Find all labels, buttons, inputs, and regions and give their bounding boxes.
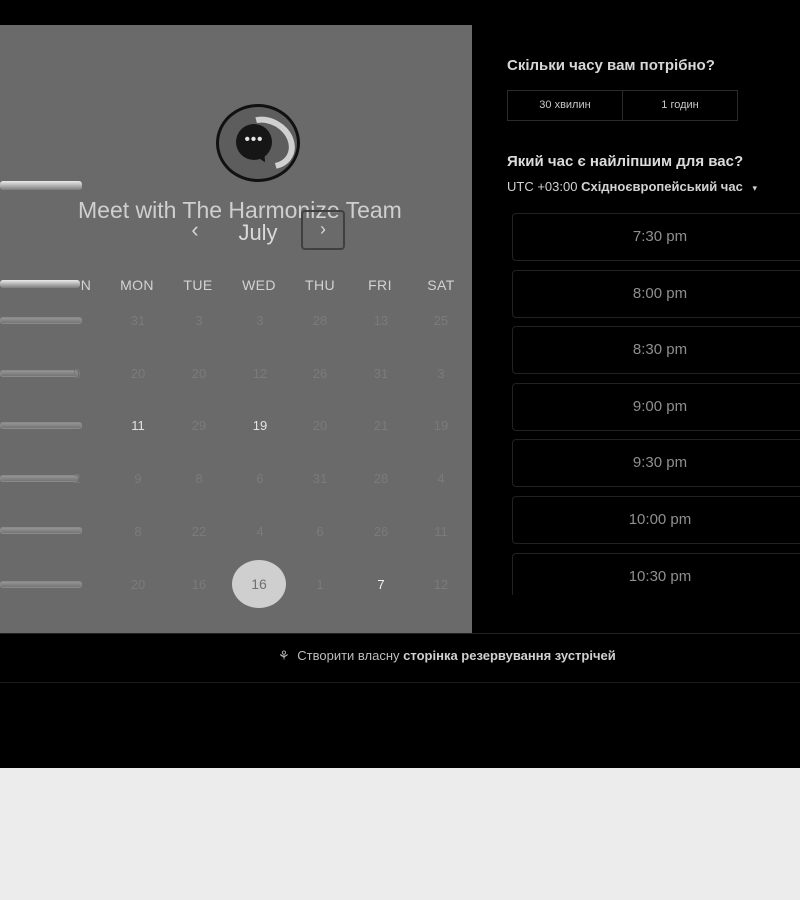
calendar-day[interactable]: 20 xyxy=(179,366,219,381)
calendar-day-available[interactable]: 7 xyxy=(361,577,401,592)
calendar-day[interactable]: 13 xyxy=(361,313,401,328)
calendar-day[interactable]: 25 xyxy=(421,313,461,328)
calendar-day[interactable]: 4 xyxy=(240,524,280,539)
weekday-sat: SAT xyxy=(427,277,455,293)
calendar-day[interactable]: 31 xyxy=(361,366,401,381)
calendar-day[interactable]: 19 xyxy=(421,418,461,433)
time-slot-button[interactable]: 8:00 pm xyxy=(512,270,800,318)
calendar-day[interactable]: 12 xyxy=(421,577,461,592)
month-label: July xyxy=(238,220,278,245)
calendar-day[interactable]: 0 xyxy=(62,366,92,381)
calendar-panel: ••• Meet with The Harmonize Team ‹ July … xyxy=(0,25,472,633)
calendar-day[interactable]: 3 xyxy=(179,313,219,328)
calendar-day[interactable]: 2 xyxy=(62,471,92,486)
booking-app: ••• Meet with The Harmonize Team ‹ July … xyxy=(0,0,800,768)
calendar-day[interactable]: 20 xyxy=(118,366,158,381)
calendar-day[interactable]: 20 xyxy=(118,577,158,592)
overlay-bar xyxy=(0,181,82,190)
calendar-day-available[interactable]: 11 xyxy=(118,418,158,433)
chevron-down-icon: ▾ xyxy=(752,183,757,193)
time-slot-button[interactable]: 8:30 pm xyxy=(512,326,800,374)
calendar-day[interactable]: 28 xyxy=(361,471,401,486)
calendar-day[interactable]: 12 xyxy=(240,366,280,381)
weekday-mon: MON xyxy=(120,277,154,293)
time-slot-button[interactable]: 9:00 pm xyxy=(512,383,800,431)
time-slot-button[interactable]: 9:30 pm xyxy=(512,439,800,487)
calendar-day[interactable]: 26 xyxy=(300,366,340,381)
weekday-wed: WED xyxy=(242,277,276,293)
timezone-selector[interactable]: UTC +03:00 Східноєвропейський час ▾ xyxy=(507,179,800,194)
calendar-day[interactable]: 22 xyxy=(179,524,219,539)
calendar-day-available[interactable]: 19 xyxy=(240,418,280,433)
calendar-day[interactable]: 31 xyxy=(118,313,158,328)
calendar-day[interactable]: 4 xyxy=(421,471,461,486)
weekday-sun: N xyxy=(80,277,92,293)
overlay-bar xyxy=(0,317,82,324)
weekday-fri: FRI xyxy=(368,277,392,293)
footer-text-bold: сторінка резервування зустрічей xyxy=(403,648,616,663)
next-month-button[interactable]: › xyxy=(301,210,345,250)
chat-dots-icon: ••• xyxy=(244,131,264,148)
calendar-day[interactable]: 8 xyxy=(179,471,219,486)
calendar-day[interactable]: 28 xyxy=(300,313,340,328)
time-slot-button[interactable]: 7:30 pm xyxy=(512,213,800,261)
duration-question: Скільки часу вам потрібно? xyxy=(507,57,715,74)
calendar-day[interactable]: 16 xyxy=(179,577,219,592)
calendar-day[interactable]: 20 xyxy=(300,418,340,433)
duration-toggle-group: 30 хвилин 1 годин xyxy=(507,90,738,121)
calendar-day[interactable]: 3 xyxy=(240,313,280,328)
calendar-day[interactable]: 6 xyxy=(240,471,280,486)
time-slot-button[interactable]: 10:30 pm xyxy=(512,553,800,595)
footer-divider xyxy=(0,682,800,683)
duration-60-button[interactable]: 1 годин xyxy=(623,91,737,120)
time-slot-button[interactable]: 10:00 pm xyxy=(512,496,800,544)
selected-calendar-day[interactable]: 16 xyxy=(232,560,286,608)
calendar-day[interactable]: 21 xyxy=(361,418,401,433)
hubspot-sprocket-icon: ⚘ xyxy=(278,648,290,663)
calendar-day[interactable]: 9 xyxy=(118,471,158,486)
footer-divider xyxy=(0,633,800,634)
calendar-day[interactable]: 1 xyxy=(300,577,340,592)
create-booking-page-link[interactable]: ⚘ Створити власну сторінка резервування … xyxy=(278,648,616,664)
calendar-day[interactable]: 29 xyxy=(179,418,219,433)
prev-month-button[interactable]: ‹ xyxy=(184,219,206,242)
overlay-bar xyxy=(0,527,82,534)
calendar-day[interactable]: 31 xyxy=(300,471,340,486)
calendar-day[interactable]: 26 xyxy=(361,524,401,539)
overlay-bar xyxy=(0,581,82,588)
weekday-thu: THU xyxy=(305,277,335,293)
calendar-day[interactable]: 3 xyxy=(421,366,461,381)
calendar-day[interactable]: 11 xyxy=(421,524,461,539)
overlay-bar xyxy=(0,422,82,429)
timezone-name: Східноєвропейський час xyxy=(581,179,743,194)
timezone-offset: UTC +03:00 xyxy=(507,179,578,194)
footer-text: Створити власну xyxy=(297,648,400,663)
time-question: Який час є найліпшим для вас? xyxy=(507,153,744,170)
calendar-day[interactable]: 8 xyxy=(118,524,158,539)
duration-30-button[interactable]: 30 хвилин xyxy=(508,91,623,120)
calendar-day[interactable]: 6 xyxy=(300,524,340,539)
time-slot-list: 7:30 pm 8:00 pm 8:30 pm 9:00 pm 9:30 pm … xyxy=(512,213,800,595)
weekday-tue: TUE xyxy=(183,277,213,293)
